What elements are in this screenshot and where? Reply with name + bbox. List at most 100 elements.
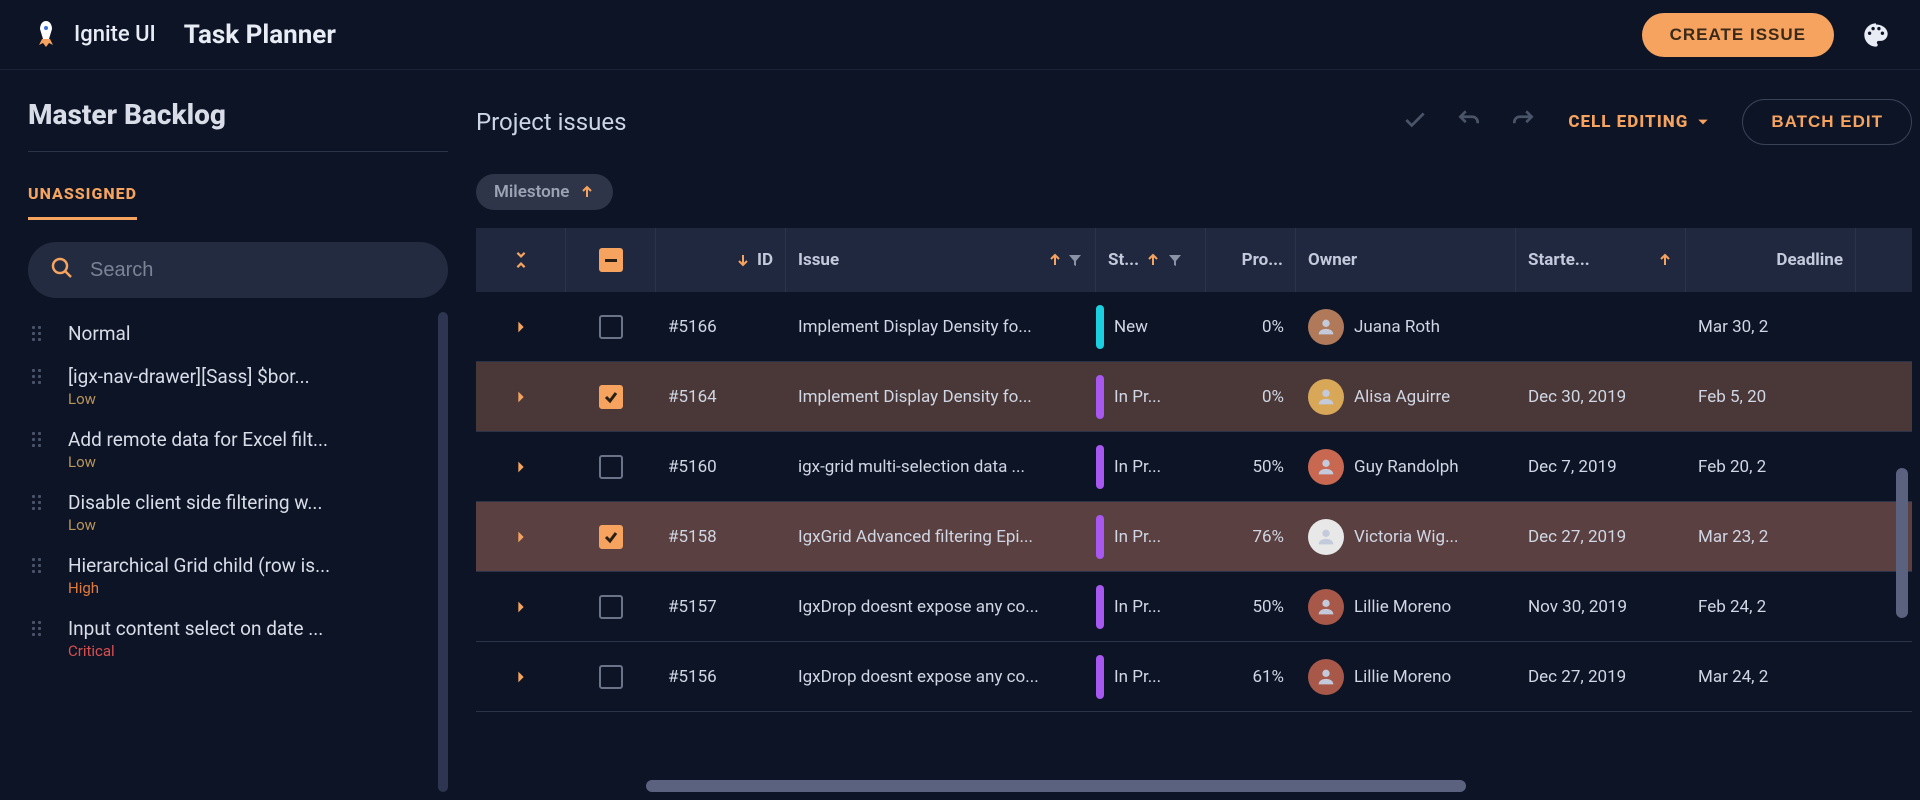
table-row[interactable]: #5160igx-grid multi-selection data ...In… bbox=[476, 432, 1912, 502]
main-header: Project issues CELL EDITING BATCH EDIT bbox=[476, 98, 1912, 146]
checkbox[interactable] bbox=[599, 315, 623, 339]
checkbox-cell[interactable] bbox=[566, 572, 656, 641]
avatar bbox=[1308, 379, 1344, 415]
checkbox[interactable] bbox=[599, 385, 623, 409]
arrow-down-icon bbox=[735, 252, 751, 268]
expand-cell[interactable] bbox=[476, 572, 566, 641]
column-started-label: Starte... bbox=[1528, 250, 1590, 270]
drag-handle-icon[interactable] bbox=[32, 326, 50, 344]
checkbox[interactable] bbox=[599, 525, 623, 549]
backlog-item[interactable]: Disable client side filtering w...Low bbox=[28, 481, 442, 544]
table-row[interactable]: #5158IgxGrid Advanced filtering Epi...In… bbox=[476, 502, 1912, 572]
deadline-cell: Feb 24, 2 bbox=[1686, 572, 1856, 641]
column-id-label: ID bbox=[757, 250, 773, 270]
check-icon[interactable] bbox=[1402, 107, 1428, 137]
create-issue-button[interactable]: CREATE ISSUE bbox=[1642, 13, 1834, 57]
expand-cell[interactable] bbox=[476, 502, 566, 571]
chevron-right-icon bbox=[513, 599, 529, 615]
checkbox-cell[interactable] bbox=[566, 292, 656, 361]
avatar bbox=[1308, 449, 1344, 485]
issue-cell: Implement Display Density fo... bbox=[786, 292, 1096, 361]
groupby-row: Milestone bbox=[476, 174, 1912, 210]
drag-handle-icon[interactable] bbox=[32, 432, 50, 450]
column-issue[interactable]: Issue bbox=[786, 228, 1096, 292]
filter-icon bbox=[1167, 252, 1183, 268]
vertical-scrollbar[interactable] bbox=[1896, 468, 1908, 618]
column-started[interactable]: Starte... bbox=[1516, 228, 1686, 292]
column-id[interactable]: ID bbox=[656, 228, 786, 292]
progress-cell: 76% bbox=[1206, 502, 1296, 571]
status-indicator bbox=[1096, 305, 1104, 349]
check-icon bbox=[603, 529, 619, 545]
column-select-all[interactable] bbox=[566, 228, 656, 292]
expand-cell[interactable] bbox=[476, 292, 566, 361]
search-input[interactable] bbox=[90, 259, 426, 282]
expand-cell[interactable] bbox=[476, 642, 566, 711]
id-cell: #5158 bbox=[656, 502, 786, 571]
cell-editing-dropdown[interactable]: CELL EDITING bbox=[1568, 112, 1710, 132]
horizontal-scrollbar[interactable] bbox=[646, 780, 1466, 792]
column-deadline[interactable]: Deadline bbox=[1686, 228, 1856, 292]
drag-handle-icon[interactable] bbox=[32, 495, 50, 513]
column-owner-label: Owner bbox=[1308, 250, 1357, 270]
started-cell: Dec 30, 2019 bbox=[1516, 362, 1686, 431]
started-cell: Dec 27, 2019 bbox=[1516, 502, 1686, 571]
checkbox[interactable] bbox=[599, 665, 623, 689]
batch-edit-button[interactable]: BATCH EDIT bbox=[1742, 99, 1912, 145]
sidebar: Master Backlog UNASSIGNED Normal[igx-nav… bbox=[28, 98, 448, 792]
avatar bbox=[1308, 309, 1344, 345]
checkbox-cell[interactable] bbox=[566, 642, 656, 711]
main-title: Project issues bbox=[476, 108, 627, 136]
backlog-item[interactable]: [igx-nav-drawer][Sass] $bor...Low bbox=[28, 355, 442, 418]
backlog-item-priority: Low bbox=[68, 516, 438, 534]
backlog-item[interactable]: Hierarchical Grid child (row is...High bbox=[28, 544, 442, 607]
issue-cell: Implement Display Density fo... bbox=[786, 362, 1096, 431]
search-icon bbox=[50, 256, 74, 284]
status-indicator bbox=[1096, 585, 1104, 629]
table-row[interactable]: #5166Implement Display Density fo...New0… bbox=[476, 292, 1912, 362]
checkbox-cell[interactable] bbox=[566, 502, 656, 571]
chevron-right-icon bbox=[513, 319, 529, 335]
checkbox-cell[interactable] bbox=[566, 432, 656, 501]
column-status[interactable]: St... bbox=[1096, 228, 1206, 292]
status-cell: In Pr... bbox=[1096, 572, 1206, 641]
expand-cell[interactable] bbox=[476, 362, 566, 431]
column-owner[interactable]: Owner bbox=[1296, 228, 1516, 292]
progress-cell: 50% bbox=[1206, 572, 1296, 641]
milestone-chip[interactable]: Milestone bbox=[476, 174, 613, 210]
status-indicator bbox=[1096, 445, 1104, 489]
drag-handle-icon[interactable] bbox=[32, 558, 50, 576]
redo-icon[interactable] bbox=[1510, 107, 1536, 137]
tab-unassigned[interactable]: UNASSIGNED bbox=[28, 170, 137, 220]
expand-cell[interactable] bbox=[476, 432, 566, 501]
backlog-item[interactable]: Normal bbox=[28, 312, 442, 355]
backlog-item-title: Hierarchical Grid child (row is... bbox=[68, 554, 438, 577]
owner-cell: Alisa Aguirre bbox=[1296, 362, 1516, 431]
owner-cell: Victoria Wig... bbox=[1296, 502, 1516, 571]
checkbox-cell[interactable] bbox=[566, 362, 656, 431]
drag-handle-icon[interactable] bbox=[32, 369, 50, 387]
table-row[interactable]: #5157IgxDrop doesnt expose any co...In P… bbox=[476, 572, 1912, 642]
column-progress[interactable]: Pro... bbox=[1206, 228, 1296, 292]
chevron-right-icon bbox=[513, 389, 529, 405]
checkbox[interactable] bbox=[599, 595, 623, 619]
backlog-item[interactable]: Add remote data for Excel filt...Low bbox=[28, 418, 442, 481]
progress-cell: 0% bbox=[1206, 362, 1296, 431]
checkbox[interactable] bbox=[599, 455, 623, 479]
issue-cell: IgxGrid Advanced filtering Epi... bbox=[786, 502, 1096, 571]
column-expand-collapse[interactable] bbox=[476, 228, 566, 292]
id-cell: #5164 bbox=[656, 362, 786, 431]
arrow-up-icon bbox=[1657, 252, 1673, 268]
table-row[interactable]: #5156IgxDrop doesnt expose any co...In P… bbox=[476, 642, 1912, 712]
search-box[interactable] bbox=[28, 242, 448, 298]
started-cell bbox=[1516, 292, 1686, 361]
backlog-item-title: [igx-nav-drawer][Sass] $bor... bbox=[68, 365, 438, 388]
column-issue-label: Issue bbox=[798, 250, 839, 270]
table-row[interactable]: #5164Implement Display Density fo...In P… bbox=[476, 362, 1912, 432]
drag-handle-icon[interactable] bbox=[32, 621, 50, 639]
palette-icon[interactable] bbox=[1862, 21, 1890, 49]
backlog-item[interactable]: Input content select on date ...Critical bbox=[28, 607, 442, 670]
started-cell: Dec 27, 2019 bbox=[1516, 642, 1686, 711]
undo-icon[interactable] bbox=[1456, 107, 1482, 137]
arrow-up-icon bbox=[1145, 252, 1161, 268]
